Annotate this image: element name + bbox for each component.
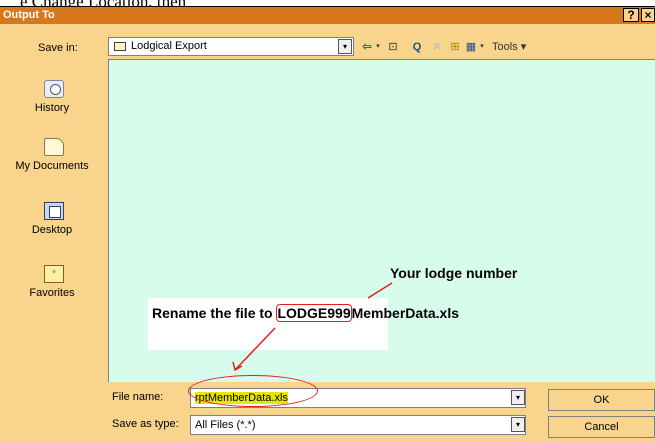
my-documents-icon [44, 138, 64, 156]
place-favorites[interactable]: * Favorites [0, 265, 104, 325]
save-in-value: Lodgical Export [131, 40, 207, 52]
lodge-number-note: Your lodge number [390, 265, 518, 281]
place-label: Desktop [31, 224, 73, 236]
bottom-panel: File name: rptMemberData.xls ▾ Save as t… [0, 381, 655, 441]
delete-icon[interactable]: ✕ [430, 40, 444, 54]
toolbar: Save in: Lodgical Export ▾ ⇦ ▾ ⊡ Q ✕ ⊞ ▦… [0, 24, 655, 58]
title-bar: Output To ? × [0, 7, 655, 24]
save-type-select[interactable]: All Files (*.*) ▾ [190, 415, 526, 435]
cancel-button[interactable]: Cancel [548, 416, 655, 438]
chevron-down-icon[interactable]: ▾ [511, 417, 525, 432]
place-history[interactable]: History [0, 80, 104, 140]
place-my-documents[interactable]: My Documents [0, 138, 104, 198]
output-to-dialog: Output To ? × Save in: Lodgical Export ▾… [0, 6, 655, 441]
new-folder-icon[interactable]: ⊞ [448, 40, 462, 54]
help-button[interactable]: ? [623, 8, 639, 22]
chevron-down-icon[interactable]: ▾ [511, 390, 525, 405]
views-dropdown-icon[interactable]: ▾ [478, 40, 486, 54]
up-folder-icon[interactable]: ⊡ [386, 40, 400, 54]
place-label: Favorites [29, 287, 75, 299]
place-desktop[interactable]: Desktop [0, 202, 104, 262]
views-icon[interactable]: ▦ [464, 40, 478, 54]
folder-icon [114, 42, 126, 51]
place-label: History [34, 102, 70, 114]
desktop-icon [44, 202, 64, 220]
rename-note: Rename the file to LODGE999MemberData.xl… [152, 304, 459, 322]
window-title: Output To [3, 9, 55, 21]
filename-highlight-circle [188, 375, 318, 407]
ok-button[interactable]: OK [548, 389, 655, 411]
save-type-label: Save as type: [112, 418, 179, 430]
rename-note-suffix: MemberData.xls [351, 305, 459, 321]
history-icon [44, 80, 64, 98]
save-type-value: All Files (*.*) [195, 419, 256, 431]
chevron-down-icon[interactable]: ▾ [338, 39, 352, 54]
place-label: My Documents [15, 160, 89, 172]
rename-note-prefix: Rename the file to [152, 305, 277, 321]
save-in-label: Save in: [38, 42, 78, 54]
save-in-dropdown[interactable]: Lodgical Export ▾ [108, 37, 354, 56]
back-icon[interactable]: ⇦ [360, 40, 374, 54]
file-name-label: File name: [112, 391, 164, 403]
lodge-number-highlight: LODGE999 [276, 304, 352, 322]
favorites-icon: * [44, 265, 64, 283]
search-web-icon[interactable]: Q [410, 40, 424, 54]
places-bar: History My Documents Desktop * Favorites [0, 58, 104, 386]
close-button[interactable]: × [641, 8, 655, 22]
back-dropdown-icon[interactable]: ▾ [374, 40, 382, 54]
tools-menu[interactable]: Tools ▾ [492, 40, 540, 54]
